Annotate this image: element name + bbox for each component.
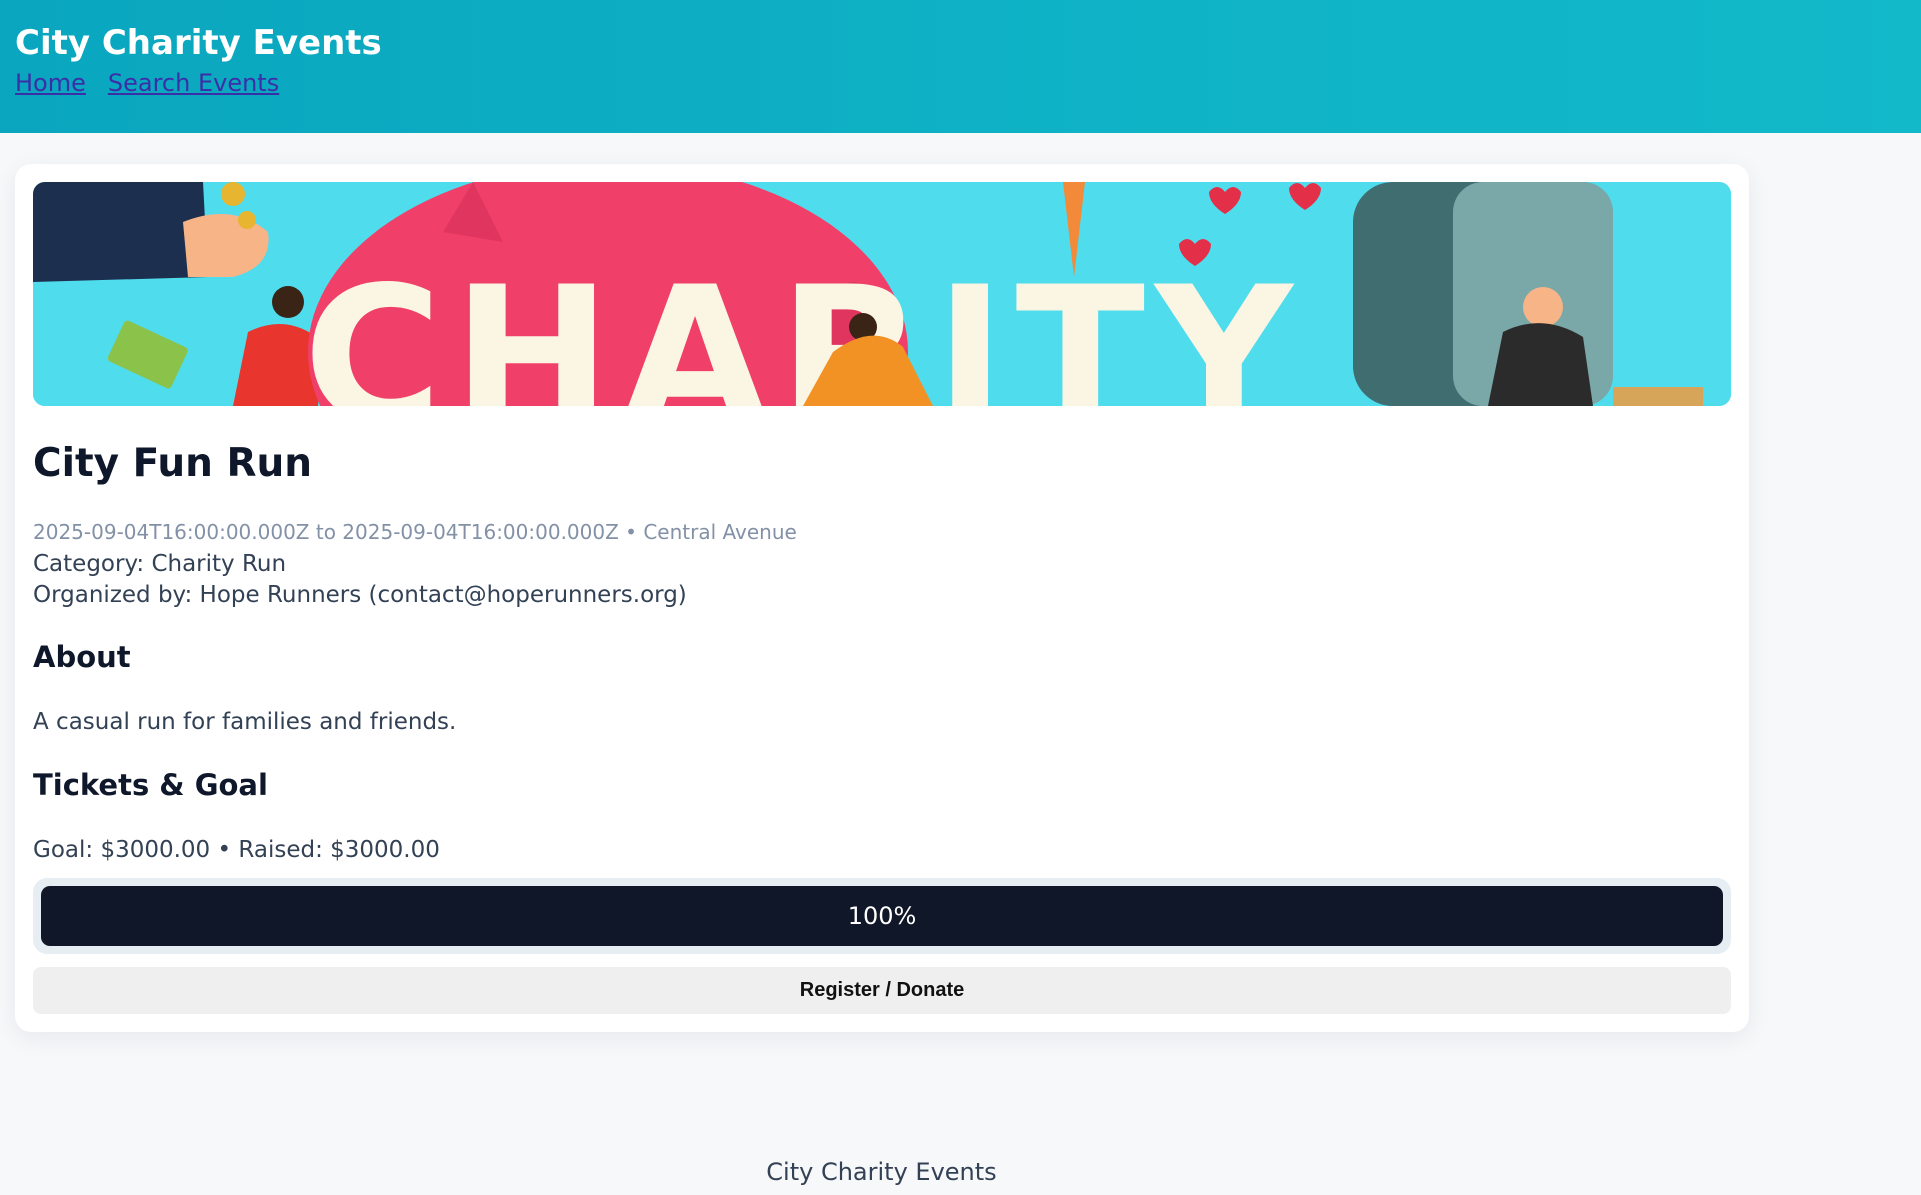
event-banner-image: CHARITY [33, 182, 1731, 406]
fundraising-progress-bar: 100% [33, 878, 1731, 954]
about-text: A casual run for families and friends. [33, 709, 457, 735]
register-donate-button[interactable]: Register / Donate [33, 967, 1731, 1014]
goal-raised-text: Goal: $3000.00 • Raised: $3000.00 [33, 837, 440, 863]
nav-link-search-events[interactable]: Search Events [108, 68, 279, 98]
event-organizer: Organized by: Hope Runners (contact@hope… [33, 582, 687, 608]
nav-link-home[interactable]: Home [15, 68, 86, 98]
site-header: City Charity Events Home Search Events [0, 0, 1921, 133]
tickets-goal-heading: Tickets & Goal [33, 768, 268, 802]
event-category: Category: Charity Run [33, 551, 287, 577]
event-title: City Fun Run [33, 441, 312, 486]
site-title: City Charity Events [15, 23, 382, 63]
about-heading: About [33, 640, 131, 674]
site-footer: City Charity Events [766, 1158, 997, 1186]
event-card: CHARITY City Fun Run 2025-09-04T16:00:00… [15, 164, 1749, 1032]
progress-fill: 100% [41, 886, 1723, 946]
event-date-location: 2025-09-04T16:00:00.000Z to 2025-09-04T1… [33, 520, 797, 544]
svg-text:CHARITY: CHARITY [303, 246, 1303, 406]
main-nav: Home Search Events [15, 68, 1906, 98]
